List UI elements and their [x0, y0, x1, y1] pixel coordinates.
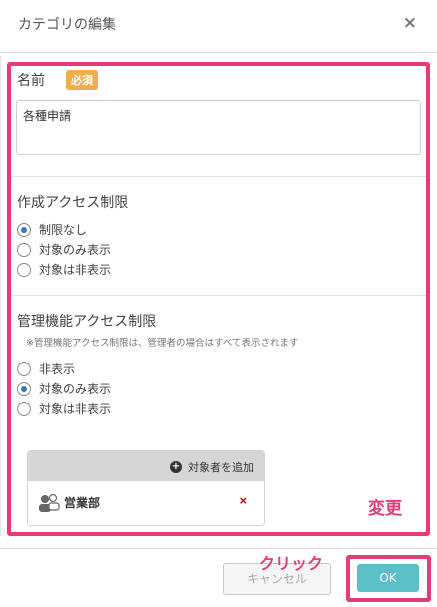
ok-button[interactable]: OK [357, 564, 419, 592]
admin-access-label: 管理機能アクセス制限 [17, 314, 157, 330]
radio-label: 制限なし [39, 223, 88, 237]
radio-selected[interactable] [17, 381, 31, 396]
radio-label: 対象は非表示 [39, 402, 112, 416]
name-textarea[interactable]: 各種申請 [16, 100, 421, 155]
remove-icon[interactable]: × [239, 494, 248, 507]
target-name: 営業部 [64, 496, 101, 510]
radio-label: 対象は非表示 [39, 263, 112, 277]
name-label: 名前 [17, 73, 45, 89]
create-access-option-none[interactable]: 制限なし [17, 221, 87, 238]
close-icon[interactable]: × [403, 13, 417, 33]
required-badge: 必須 [66, 70, 98, 90]
footer-divider [0, 548, 437, 549]
target-list-header: + 対象者を追加 [28, 451, 264, 481]
radio-label: 対象のみ表示 [39, 382, 112, 396]
divider [12, 176, 430, 177]
plus-circle-icon: + [170, 461, 182, 473]
target-list: + 対象者を追加 営業部 × [27, 450, 265, 526]
target-row: 営業部 × [28, 481, 264, 525]
dialog-title: カテゴリの編集 [18, 17, 116, 33]
divider [12, 295, 430, 296]
create-access-label: 作成アクセス制限 [17, 195, 129, 211]
radio-unselected[interactable] [17, 401, 31, 416]
radio-unselected[interactable] [17, 361, 31, 376]
dialog-header: カテゴリの編集 × [0, 0, 437, 53]
radio-label: 対象のみ表示 [39, 243, 112, 257]
admin-access-option-target-hidden[interactable]: 対象は非表示 [17, 400, 111, 417]
radio-label: 非表示 [39, 362, 76, 376]
change-annotation: 変更 [368, 499, 402, 519]
click-annotation: クリック [259, 554, 324, 573]
create-access-option-target-hidden[interactable]: 対象は非表示 [17, 261, 111, 278]
admin-access-option-target-only[interactable]: 対象のみ表示 [17, 380, 111, 397]
radio-unselected[interactable] [17, 262, 31, 277]
radio-unselected[interactable] [17, 242, 31, 257]
add-target-button[interactable]: + 対象者を追加 [170, 459, 254, 475]
create-access-option-target-only[interactable]: 対象のみ表示 [17, 241, 111, 258]
admin-access-note: ※管理機能アクセス制限は、管理者の場合はすべて表示されます [26, 338, 299, 349]
group-icon [39, 493, 60, 512]
radio-selected[interactable] [17, 222, 31, 237]
admin-access-option-hidden[interactable]: 非表示 [17, 360, 75, 377]
add-target-label: 対象者を追加 [188, 461, 254, 474]
